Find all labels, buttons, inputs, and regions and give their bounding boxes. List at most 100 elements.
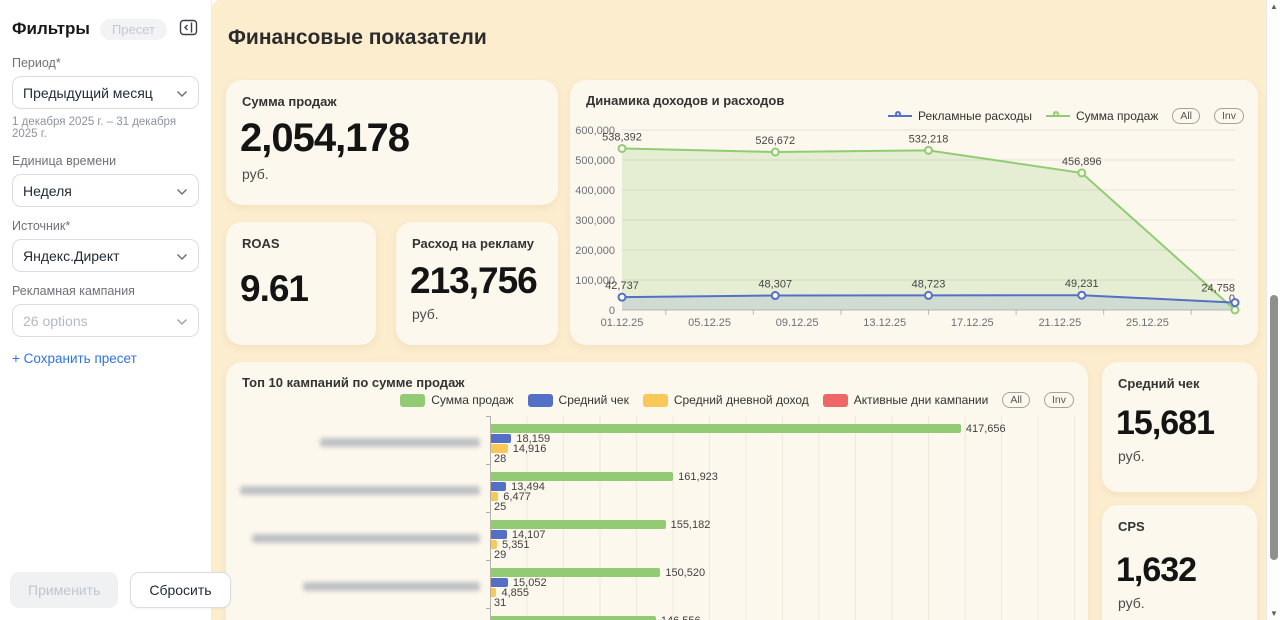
bar-value-label: 29 [494,550,506,560]
time-unit-select[interactable]: Неделя [12,174,199,207]
bar-value-label: 14,916 [513,444,547,454]
kpi-label: Сумма продаж [242,94,337,109]
bar-segment [491,434,511,443]
svg-text:400,000: 400,000 [575,185,615,197]
axis-tick [486,560,490,561]
bar-segment [491,482,506,491]
line-chart-card: Динамика доходов и расходов 0100,000200,… [570,80,1258,345]
bar-value-label: 417,656 [966,424,1006,434]
kpi-card-average-check: Средний чек 15,681 руб. [1102,362,1257,492]
bar-segment [491,520,666,529]
chevron-down-icon [176,85,188,101]
kpi-label: Средний чек [1118,376,1200,391]
scrollbar-thumb[interactable] [1270,295,1278,560]
sidebar-collapse-button[interactable] [177,16,200,42]
bar-value-label: 6,477 [503,492,531,502]
campaign-name-masked [226,530,480,548]
svg-text:532,218: 532,218 [909,133,949,145]
scroll-up-arrow-icon[interactable]: ▲ [1267,2,1280,11]
apply-button[interactable]: Применить [10,572,118,608]
legend-ring [1053,111,1059,117]
preset-badge: Пресет [100,19,167,40]
bar-segment [491,568,660,577]
kpi-unit: руб. [1118,595,1145,611]
kpi-label: ROAS [242,236,280,251]
axis-tick [486,464,490,465]
kpi-value: 15,681 [1116,406,1214,440]
page-title: Финансовые показатели [228,26,487,50]
legend-label: Рекламные расходы [918,109,1032,123]
bar-segment [491,424,961,433]
masked-text [252,534,480,543]
masked-text [303,582,480,591]
kpi-value: 9.61 [240,270,308,307]
time-unit-label: Единица времени [12,154,199,168]
kpi-label: CPS [1118,519,1145,534]
bar-segment [491,530,507,539]
legend-button-inv[interactable]: Inv [1214,108,1244,124]
svg-text:05.12.25: 05.12.25 [688,317,731,329]
vertical-scrollbar: ▲ ▼ [1266,0,1280,620]
kpi-card-cps: CPS 1,632 руб. [1102,505,1257,620]
campaign-select[interactable]: 26 options [12,304,199,337]
bar-segment [491,444,508,453]
svg-text:24,758: 24,758 [1201,283,1235,295]
svg-text:09.12.25: 09.12.25 [776,317,819,329]
bar-value-label: 161,923 [678,472,718,482]
reset-button[interactable]: Сбросить [130,572,230,608]
svg-text:538,392: 538,392 [602,131,642,143]
legend-line-icon [1046,111,1070,121]
bar-value-label: 5,351 [502,540,530,550]
bar-chart-card: Топ 10 кампаний по сумме продаж Сумма пр… [226,362,1088,620]
bar-value-label: 155,182 [671,520,711,530]
kpi-unit: руб. [242,166,269,182]
campaign-name-masked [226,482,480,500]
kpi-label: Расход на рекламу [412,236,534,251]
filters-sidebar: Фильтры Пресет Период* Предыдущий месяц … [0,0,212,620]
svg-text:526,672: 526,672 [755,135,795,147]
svg-text:500,000: 500,000 [575,155,615,167]
kpi-unit: руб. [1118,448,1145,464]
legend-item-Рекламные расходы[interactable]: Рекламные расходы [888,109,1032,123]
svg-text:13.12.25: 13.12.25 [863,317,906,329]
svg-text:01.12.25: 01.12.25 [601,317,644,329]
bar-segment [491,588,496,597]
axis-tick [486,608,490,609]
legend-button-all[interactable]: All [1172,108,1200,124]
svg-text:0: 0 [609,305,615,317]
svg-text:49,231: 49,231 [1065,278,1099,290]
bar-segment [491,616,656,620]
bar-segment [491,492,498,501]
sidebar-title: Фильтры [12,19,90,39]
bar-value-label: 31 [494,598,506,608]
campaign-name-masked [226,578,480,596]
kpi-unit: руб. [412,306,439,322]
period-range-hint: 1 декабря 2025 г. – 31 декабря 2025 г. [0,109,211,142]
bar-segment [491,472,673,481]
kpi-card-roas: ROAS 9.61 [226,222,376,345]
kpi-value: 213,756 [410,262,537,299]
save-preset-link[interactable]: + Сохранить пресет [12,351,137,366]
legend-item-Сумма продаж[interactable]: Сумма продаж [1046,109,1158,123]
kpi-card-ad-spend: Расход на рекламу 213,756 руб. [396,222,558,345]
legend-ring [895,111,901,117]
svg-text:25.12.25: 25.12.25 [1126,317,1169,329]
campaign-label: Рекламная кампания [12,284,199,298]
svg-text:300,000: 300,000 [575,215,615,227]
bar-gridlines [490,416,1075,620]
period-select[interactable]: Предыдущий месяц [12,76,199,109]
dashboard-main: Финансовые показатели Сумма продаж 2,054… [212,0,1266,620]
legend-label: Сумма продаж [1076,109,1158,123]
svg-text:42,737: 42,737 [605,280,639,292]
source-select[interactable]: Яндекс.Директ [12,239,199,272]
bar-value-label: 25 [494,502,506,512]
bar-segment [491,578,508,587]
svg-text:21.12.25: 21.12.25 [1038,317,1081,329]
source-label: Источник* [12,219,199,233]
period-label: Период* [12,56,199,70]
bar-value-label: 28 [494,454,506,464]
svg-text:48,723: 48,723 [912,278,946,290]
svg-text:200,000: 200,000 [575,245,615,257]
svg-text:456,896: 456,896 [1062,156,1102,168]
scroll-down-arrow-icon[interactable]: ▼ [1267,609,1280,618]
